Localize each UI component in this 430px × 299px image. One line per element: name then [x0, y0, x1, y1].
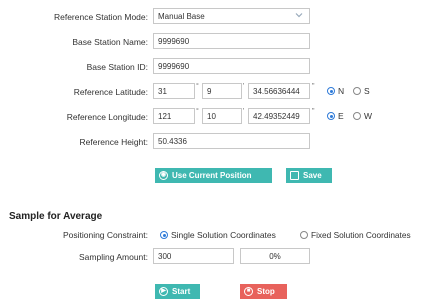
- chevron-down-icon: [295, 11, 303, 22]
- sample-average-title: Sample for Average: [9, 211, 103, 222]
- sampling-label: Sampling Amount:: [79, 252, 148, 262]
- use-current-position-label: Use Current Position: [172, 171, 252, 180]
- base-name-input[interactable]: 9999690: [153, 33, 310, 49]
- lon-min-input[interactable]: 10: [202, 108, 242, 124]
- lat-min-input[interactable]: 9: [202, 83, 242, 99]
- single-solution-radio[interactable]: [160, 231, 168, 239]
- fixed-solution-radio[interactable]: [300, 231, 308, 239]
- lon-e-label: E: [338, 111, 344, 121]
- fixed-solution-label: Fixed Solution Coordinates: [311, 230, 411, 240]
- use-current-position-button[interactable]: ◉ Use Current Position: [155, 168, 272, 183]
- constraint-label: Positioning Constraint:: [62, 230, 148, 240]
- stop-icon: ■: [244, 287, 253, 296]
- save-button[interactable]: Save: [286, 168, 332, 183]
- sampling-amount-input[interactable]: 300: [153, 248, 234, 264]
- sampling-progress: 0%: [240, 248, 310, 264]
- stop-button[interactable]: ■ Stop: [240, 284, 287, 299]
- lat-s-radio[interactable]: [353, 87, 361, 95]
- lat-label: Reference Latitude:: [73, 87, 148, 97]
- lon-sec-input[interactable]: 42.49352449: [248, 108, 310, 124]
- height-label: Reference Height:: [79, 137, 148, 147]
- base-id-input[interactable]: 9999690: [153, 58, 310, 74]
- lat-n-label: N: [338, 86, 345, 96]
- stop-label: Stop: [257, 287, 275, 296]
- base-id-label: Base Station ID:: [86, 62, 148, 72]
- lat-deg-mark: °: [196, 83, 199, 90]
- lat-s-label: S: [364, 86, 370, 96]
- location-icon: ◉: [159, 171, 168, 180]
- start-label: Start: [172, 287, 191, 296]
- lon-w-label: W: [364, 111, 373, 121]
- lat-deg-input[interactable]: 31: [153, 83, 195, 99]
- single-solution-label: Single Solution Coordinates: [171, 230, 276, 240]
- lat-sec-input[interactable]: 34.56636444: [248, 83, 310, 99]
- lon-deg-input[interactable]: 121: [153, 108, 195, 124]
- mode-label: Reference Station Mode:: [53, 12, 148, 22]
- lon-label: Reference Longitude:: [66, 112, 148, 122]
- lon-deg-mark: °: [196, 108, 199, 115]
- lon-w-radio[interactable]: [353, 112, 361, 120]
- lat-min-mark: ': [243, 83, 245, 90]
- mode-select-value: Manual Base: [158, 12, 205, 21]
- lat-sec-mark: ": [312, 83, 315, 90]
- base-name-label: Base Station Name:: [72, 37, 148, 47]
- save-label: Save: [303, 171, 322, 180]
- play-icon: ▶: [159, 287, 168, 296]
- lon-sec-mark: ": [312, 108, 315, 115]
- lat-n-radio[interactable]: [327, 87, 335, 95]
- height-input[interactable]: 50.4336: [153, 133, 310, 149]
- save-icon: [290, 171, 299, 180]
- start-button[interactable]: ▶ Start: [155, 284, 200, 299]
- lon-min-mark: ': [243, 108, 245, 115]
- lon-e-radio[interactable]: [327, 112, 335, 120]
- mode-select[interactable]: Manual Base: [153, 8, 310, 24]
